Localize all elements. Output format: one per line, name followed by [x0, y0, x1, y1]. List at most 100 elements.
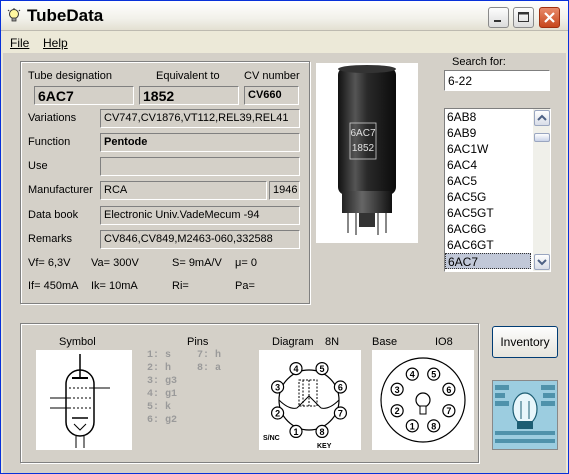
diagram-pin-markers: 1 2 3 4 5 6 7 8: [270, 361, 348, 439]
pins-list: 1: s 2: h 3: g3 4: g1 5: k 6: g2 7: h 8: a: [147, 350, 247, 450]
tube-list[interactable]: 6AB8 6AB9 6AC1W 6AC4 6AC5 6AC5G 6AC5GT 6AC6G 6AC…: [444, 108, 551, 272]
tube-list-item[interactable]: 6AC4: [445, 157, 531, 173]
cv-label: CV number: [244, 70, 300, 82]
pa-value: Pa=: [235, 280, 255, 292]
function-label: Function: [28, 136, 71, 148]
pin-number: 5: [431, 370, 436, 380]
equivalent-field[interactable]: 1852: [139, 86, 239, 105]
search-input[interactable]: [444, 70, 550, 91]
menu-file-label: File: [10, 36, 30, 50]
manufacturer-field[interactable]: RCA: [100, 181, 267, 200]
year-field[interactable]: 1946: [269, 181, 300, 200]
symbol-label: Symbol: [59, 336, 96, 348]
function-field[interactable]: Pentode: [100, 133, 300, 152]
tube-print-line2: 1852: [352, 143, 375, 154]
pin-number: 7: [446, 406, 451, 416]
cv-field[interactable]: CV660: [244, 86, 299, 105]
databook-field[interactable]: Electronic Univ.VadeMecum -94: [100, 206, 300, 225]
tube-list-item[interactable]: 6AC5GT: [445, 205, 531, 221]
list-scrollbar[interactable]: [533, 109, 550, 271]
designation-label: Tube designation: [28, 70, 112, 82]
minimize-button[interactable]: [488, 7, 509, 28]
pin-number: 3: [275, 382, 280, 392]
scroll-up-button[interactable]: [534, 110, 550, 126]
pin-number: 1: [410, 421, 415, 431]
menu-help-label: Help: [43, 36, 68, 50]
diagram-code: 8N: [325, 336, 340, 348]
variations-field[interactable]: CV747,CV1876,VT112,REL39,REL41: [100, 109, 300, 128]
tube-list-item[interactable]: 6AB9: [445, 125, 531, 141]
use-label: Use: [28, 160, 48, 172]
pin-number: 7: [338, 409, 343, 419]
tube-photo: 6AC7 1852: [316, 63, 418, 243]
base-panel: 12 34 56 78: [372, 350, 474, 450]
tube-list-item[interactable]: 6AC1W: [445, 141, 531, 157]
pin-entry: 8: a: [197, 363, 222, 374]
ik-value: Ik= 10mA: [91, 280, 138, 292]
designation-field[interactable]: 6AC7: [34, 86, 134, 105]
menu-help[interactable]: Help: [43, 36, 68, 50]
pin-entry: 4: g1: [147, 389, 178, 400]
pin-entry: 7: h: [197, 350, 222, 361]
close-icon: [544, 12, 555, 23]
equivalent-label: Equivalent to: [156, 70, 220, 82]
pin-diagram-icon: 1 2 3 4 5 6 7 8 S/NC KEY: [263, 361, 348, 450]
pentode-symbol-icon: [50, 354, 110, 448]
minimize-icon: [494, 20, 501, 22]
pin-entry: 3: g3: [147, 376, 178, 387]
diagram-sub-label: S/NC: [263, 435, 280, 442]
use-field[interactable]: [100, 157, 300, 176]
vacuum-tube-icon: 6AC7 1852: [338, 65, 396, 235]
inventory-button[interactable]: Inventory: [492, 326, 558, 358]
tube-list-item[interactable]: 6AC7: [445, 253, 531, 269]
tube-list-item[interactable]: 6AB8: [445, 109, 531, 125]
tube-list-item[interactable]: 6AC6GT: [445, 237, 531, 253]
menu-bar: File Help: [1, 32, 568, 52]
app-window: TubeData File Help Tube designation Equi…: [0, 0, 569, 474]
pin-number: 3: [395, 385, 400, 395]
manufacturer-label: Manufacturer: [28, 184, 93, 196]
pin-number: 6: [338, 382, 343, 392]
diagram-panel: 1 2 3 4 5 6 7 8 S/NC KEY: [259, 350, 361, 450]
tube-logo-icon: [493, 381, 557, 449]
pin-entry: 2: h: [147, 363, 172, 374]
chevron-down-icon: [537, 259, 547, 266]
maximize-button[interactable]: [513, 7, 534, 28]
tube-list-item[interactable]: 6AC6G: [445, 221, 531, 237]
pin-entry: 5: k: [147, 402, 172, 413]
main-area: Tube designation Equivalent to CV number…: [3, 53, 566, 473]
base-code: IO8: [435, 336, 453, 348]
logo-image: [492, 380, 558, 450]
window-title: TubeData: [27, 6, 104, 25]
if-value: If= 450mA: [28, 280, 79, 292]
chevron-up-icon: [537, 114, 547, 121]
tube-list-item[interactable]: 6AC5: [445, 173, 531, 189]
pin-number: 8: [431, 421, 436, 431]
octal-base-icon: 12 34 56 78: [380, 357, 466, 443]
scroll-thumb[interactable]: [534, 133, 550, 142]
scroll-down-button[interactable]: [534, 254, 550, 270]
diagram-label: Diagram: [272, 336, 314, 348]
base-label: Base: [372, 336, 398, 348]
variations-label: Variations: [28, 112, 77, 124]
close-button[interactable]: [539, 7, 560, 28]
tube-print-line1: 6AC7: [350, 128, 375, 139]
pin-number: 4: [293, 364, 298, 374]
menu-file[interactable]: File: [10, 36, 29, 50]
title-bar[interactable]: TubeData: [1, 1, 568, 31]
ri-value: Ri=: [172, 280, 189, 292]
maximize-icon: [518, 12, 529, 22]
remarks-label: Remarks: [28, 233, 73, 245]
pin-number: 2: [275, 409, 280, 419]
remarks-field[interactable]: CV846,CV849,M2463-060,332588: [100, 230, 300, 249]
diagram-key-label: KEY: [317, 443, 332, 450]
pins-label: Pins: [187, 336, 209, 348]
search-label: Search for:: [452, 56, 506, 68]
vf-value: Vf= 6,3V: [28, 257, 71, 269]
tube-list-item[interactable]: 6AC5G: [445, 189, 531, 205]
databook-label: Data book: [28, 209, 79, 221]
s-value: S= 9mA/V: [172, 257, 222, 269]
pin-number: 4: [410, 370, 415, 380]
pin-entry: 6: g2: [147, 415, 178, 426]
lightbulb-icon: [7, 8, 21, 22]
